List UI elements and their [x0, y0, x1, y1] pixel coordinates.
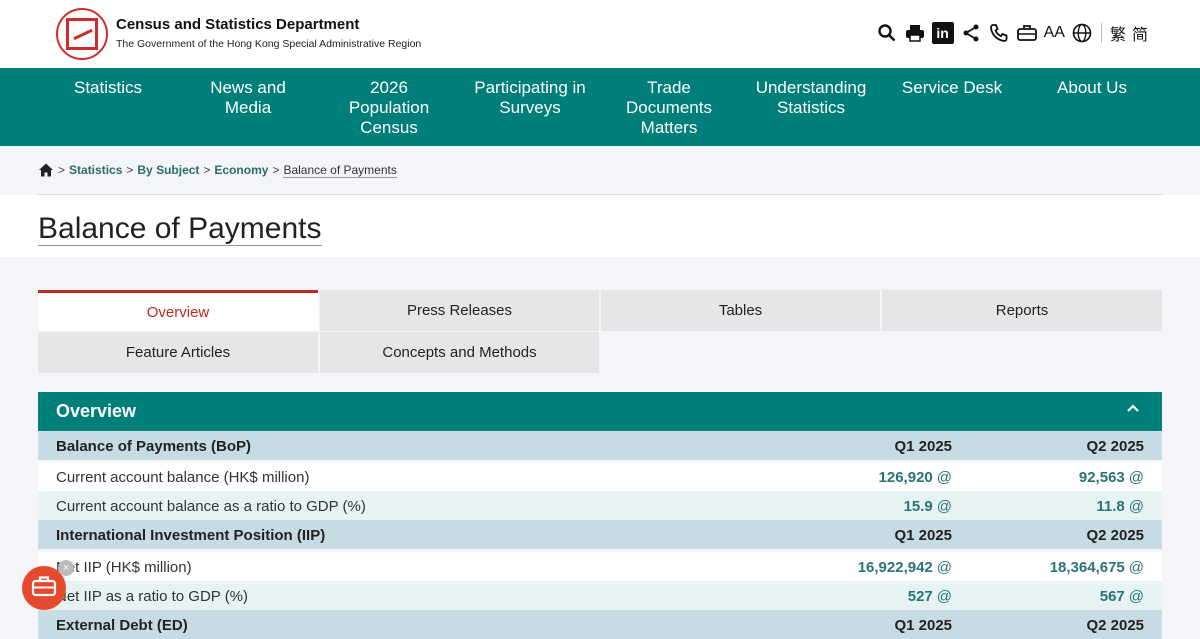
tab-press-releases[interactable]: Press Releases — [320, 290, 599, 331]
table-row: Net IIP (HK$ million) 16,922,942 @ 18,364… — [38, 552, 1162, 581]
phone-icon[interactable] — [988, 20, 1010, 46]
share-icon[interactable] — [960, 20, 982, 46]
breadcrumb-statistics[interactable]: Statistics — [69, 163, 122, 177]
nav-item-trade-documents-matters[interactable]: Trade Documents Matters — [618, 78, 720, 138]
tab-concepts-and-methods[interactable]: Concepts and Methods — [320, 332, 599, 373]
table-section-header: Balance of Payments (BoP) Q1 2025 Q2 202… — [38, 431, 1162, 460]
traditional-chinese-link[interactable]: 繁 — [1110, 20, 1126, 46]
search-icon[interactable] — [876, 20, 898, 46]
globe-icon[interactable] — [1071, 20, 1093, 46]
tab-overview[interactable]: Overview — [38, 290, 318, 331]
breadcrumb-separator: > — [272, 163, 280, 177]
table-row: Net IIP as a ratio to GDP (%) 527 @ 567 @ — [38, 581, 1162, 610]
table-row: Current account balance as a ratio to GD… — [38, 491, 1162, 520]
toolbox-icon[interactable] — [1016, 20, 1038, 46]
home-icon[interactable] — [38, 162, 54, 178]
print-icon[interactable] — [904, 20, 926, 46]
table-section-header: International Investment Position (IIP) … — [38, 520, 1162, 549]
header-tools: in AA 繁 简 — [876, 20, 1148, 46]
simplified-chinese-link[interactable]: 简 — [1132, 20, 1148, 46]
toolbox-icon — [31, 575, 57, 602]
nav-item-population-census[interactable]: 2026 Population Census — [338, 78, 440, 138]
breadcrumb-current: Balance of Payments — [283, 162, 397, 178]
table-section-header: External Debt (ED) Q1 2025 Q2 2025 — [38, 610, 1162, 639]
breadcrumb-separator: > — [58, 163, 66, 177]
panel-title: Overview — [56, 401, 137, 421]
linkedin-icon[interactable]: in — [931, 22, 954, 44]
overview-panel-header[interactable]: Overview — [38, 392, 1162, 431]
chevron-up-icon[interactable] — [1126, 401, 1140, 420]
breadcrumb-separator: > — [203, 163, 211, 177]
main-nav: Statistics News and Media 2026 Population C… — [0, 68, 1200, 146]
department-logo[interactable] — [56, 8, 108, 60]
close-icon[interactable]: × — [58, 560, 74, 576]
tab-tables[interactable]: Tables — [601, 290, 880, 331]
tools-divider — [1100, 23, 1102, 43]
department-name[interactable]: Census and Statistics Department — [116, 16, 359, 33]
tab-feature-articles[interactable]: Feature Articles — [38, 332, 318, 373]
breadcrumb-separator: > — [126, 163, 134, 177]
nav-item-news-and-media[interactable]: News and Media — [196, 78, 300, 118]
font-size-control[interactable]: AA — [1044, 20, 1065, 46]
nav-item-about-us[interactable]: About Us — [1048, 78, 1136, 98]
tab-reports[interactable]: Reports — [882, 290, 1162, 331]
breadcrumb: > Statistics > By Subject > Economy > Ba… — [38, 162, 397, 178]
nav-item-service-desk[interactable]: Service Desk — [894, 78, 1010, 98]
page-title: Balance of Payments — [38, 212, 322, 246]
breadcrumb-economy[interactable]: Economy — [214, 163, 268, 177]
nav-item-understanding-statistics[interactable]: Understanding Statistics — [748, 78, 874, 118]
nav-item-statistics[interactable]: Statistics — [66, 78, 150, 98]
table-row: Current account balance (HK$ million) 12… — [38, 462, 1162, 491]
department-subtitle: The Government of the Hong Kong Special … — [116, 38, 422, 50]
breadcrumb-by-subject[interactable]: By Subject — [137, 163, 199, 177]
site-header: Census and Statistics Department The Gov… — [0, 0, 1200, 68]
nav-item-participating-in-surveys[interactable]: Participating in Surveys — [466, 78, 594, 118]
